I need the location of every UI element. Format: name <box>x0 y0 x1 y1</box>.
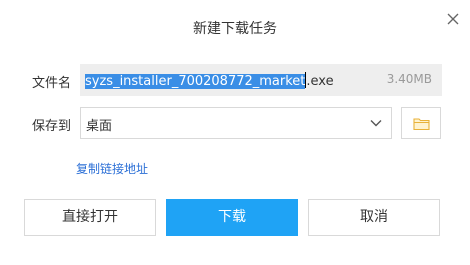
filename-field[interactable]: syzs_installer_700208772_market.exe 3.40… <box>80 64 442 96</box>
download-button[interactable]: 下载 <box>166 199 298 236</box>
browse-folder-button[interactable] <box>401 107 441 139</box>
folder-icon <box>413 118 430 131</box>
saveto-label: 保存到 <box>32 119 72 134</box>
cancel-button[interactable]: 取消 <box>308 199 440 236</box>
new-download-dialog: 新建下载任务 文件名 syzs_installer_700208772_mark… <box>0 0 470 265</box>
open-directly-button[interactable]: 直接打开 <box>24 199 156 236</box>
dialog-title: 新建下载任务 <box>193 21 277 37</box>
filename-label: 文件名 <box>32 76 72 91</box>
saveto-dropdown[interactable]: 桌面 <box>80 107 392 139</box>
file-size: 3.40MB <box>386 72 432 86</box>
filename-selected-text: syzs_installer_700208772_market <box>85 74 306 89</box>
close-icon <box>444 10 462 28</box>
copy-link-address[interactable]: 复制链接地址 <box>76 160 148 177</box>
filename-text: syzs_installer_700208772_market.exe <box>85 72 334 90</box>
filename-extension: .exe <box>306 74 334 89</box>
saveto-value: 桌面 <box>86 119 113 134</box>
chevron-down-icon <box>369 116 383 130</box>
close-button[interactable] <box>444 10 462 28</box>
